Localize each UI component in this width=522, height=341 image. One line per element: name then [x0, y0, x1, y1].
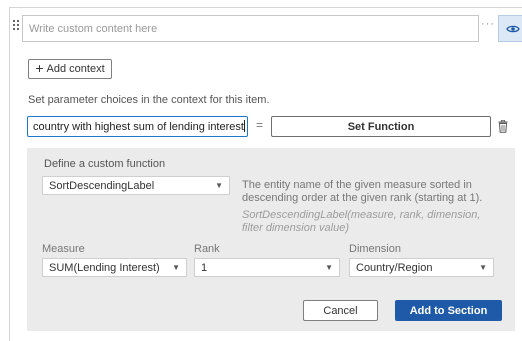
context-text-input[interactable]: country with highest sum of lending inte…	[27, 116, 248, 137]
chevron-down-icon: ▼	[325, 263, 333, 272]
measure-select-value: SUM(Lending Interest)	[49, 262, 160, 274]
function-select-value: SortDescendingLabel	[49, 180, 155, 192]
custom-function-title: Define a custom function	[44, 158, 166, 170]
rank-select[interactable]: 1 ▼	[194, 258, 340, 277]
eye-icon	[506, 25, 520, 32]
preview-toggle-button[interactable]	[498, 15, 522, 42]
custom-function-panel: Define a custom function SortDescendingL…	[27, 148, 515, 331]
more-options-icon[interactable]: ···	[481, 18, 495, 30]
text-caret	[243, 120, 245, 132]
dimension-select[interactable]: Country/Region ▼	[349, 258, 494, 277]
add-to-section-button[interactable]: Add to Section	[395, 300, 502, 321]
equals-sign: =	[256, 118, 264, 132]
chevron-down-icon: ▼	[215, 181, 223, 190]
context-input-value: country with highest sum of lending inte…	[33, 121, 244, 133]
custom-content-input[interactable]: Write custom content here	[22, 15, 479, 42]
trash-icon[interactable]	[498, 120, 508, 133]
chevron-down-icon: ▼	[172, 263, 180, 272]
drag-handle-icon[interactable]	[13, 20, 21, 32]
plus-icon: +	[35, 60, 44, 76]
dimension-label: Dimension	[349, 243, 401, 255]
chevron-down-icon: ▼	[479, 263, 487, 272]
dimension-select-value: Country/Region	[356, 262, 433, 274]
function-select[interactable]: SortDescendingLabel ▼	[42, 176, 230, 195]
add-context-button[interactable]: + Add context	[28, 59, 112, 79]
measure-select[interactable]: SUM(Lending Interest) ▼	[42, 258, 187, 277]
rank-select-value: 1	[201, 262, 208, 274]
set-function-button[interactable]: Set Function	[271, 116, 491, 137]
context-hint-text: Set parameter choices in the context for…	[28, 94, 270, 106]
function-signature: SortDescendingLabel(measure, rank, dimen…	[242, 209, 481, 234]
add-context-label: Add context	[46, 63, 105, 75]
rank-label: Rank	[194, 243, 220, 255]
measure-label: Measure	[42, 243, 85, 255]
cancel-button[interactable]: Cancel	[303, 300, 378, 321]
function-description: The entity name of the given measure sor…	[242, 179, 483, 204]
